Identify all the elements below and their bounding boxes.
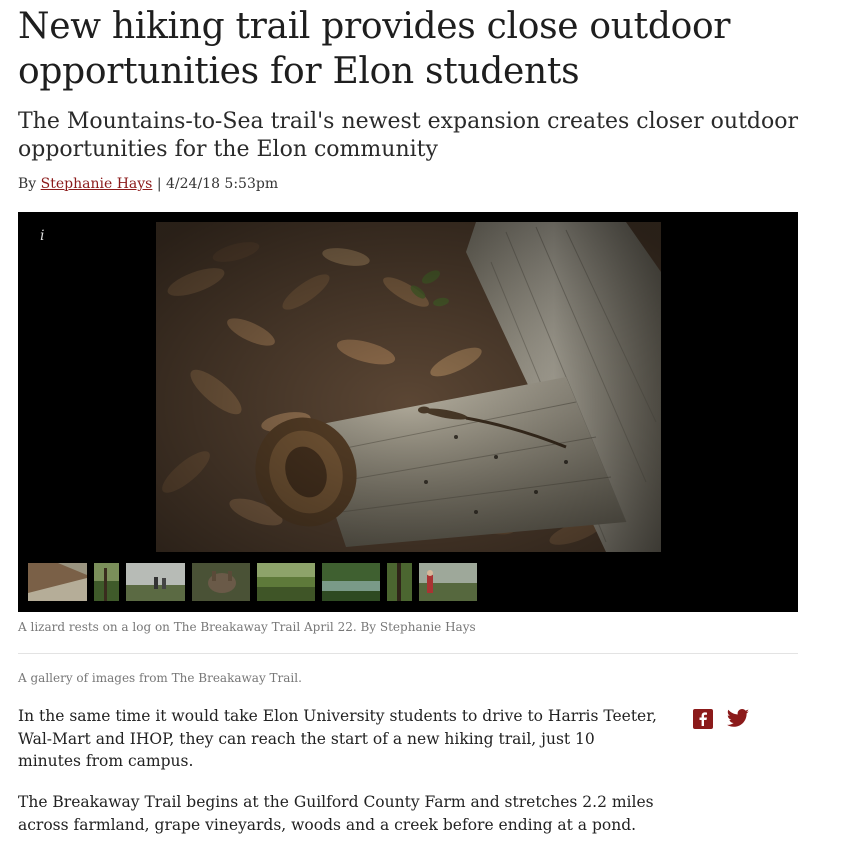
thumbnail-7[interactable] [387, 563, 412, 601]
author-link[interactable]: Stephanie Hays [41, 176, 153, 192]
thumbnail-6[interactable] [322, 563, 380, 601]
facebook-icon[interactable] [692, 708, 714, 730]
byline-prefix: By [18, 176, 37, 192]
lizard-on-log-photo [156, 222, 661, 552]
byline: By Stephanie Hays | 4/24/18 5:53pm [18, 176, 278, 192]
thumbnail-5[interactable] [257, 563, 315, 601]
main-photo[interactable] [156, 222, 661, 552]
divider [18, 653, 798, 654]
thumbnail-1[interactable] [28, 563, 87, 601]
thumbnail-2[interactable] [94, 563, 119, 601]
thumbnail-8[interactable] [419, 563, 477, 601]
article-headline: New hiking trail provides close outdoor … [18, 6, 731, 92]
article-paragraph-2: The Breakaway Trail begins at the Guilfo… [18, 793, 654, 834]
gallery-description: A gallery of images from The Breakaway T… [18, 671, 302, 685]
info-button[interactable]: i [40, 228, 44, 244]
twitter-icon[interactable] [726, 708, 749, 730]
article-paragraph-1: In the same time it would take Elon Univ… [18, 707, 657, 770]
byline-separator: | [156, 176, 162, 192]
article-subheadline: The Mountains-to-Sea trail's newest expa… [18, 109, 799, 162]
publish-datetime: 4/24/18 5:53pm [166, 176, 279, 192]
photo-gallery[interactable]: i [18, 212, 798, 612]
thumbnail-4[interactable] [192, 563, 250, 601]
thumbnail-3[interactable] [126, 563, 185, 601]
photo-caption: A lizard rests on a log on The Breakaway… [18, 620, 476, 634]
